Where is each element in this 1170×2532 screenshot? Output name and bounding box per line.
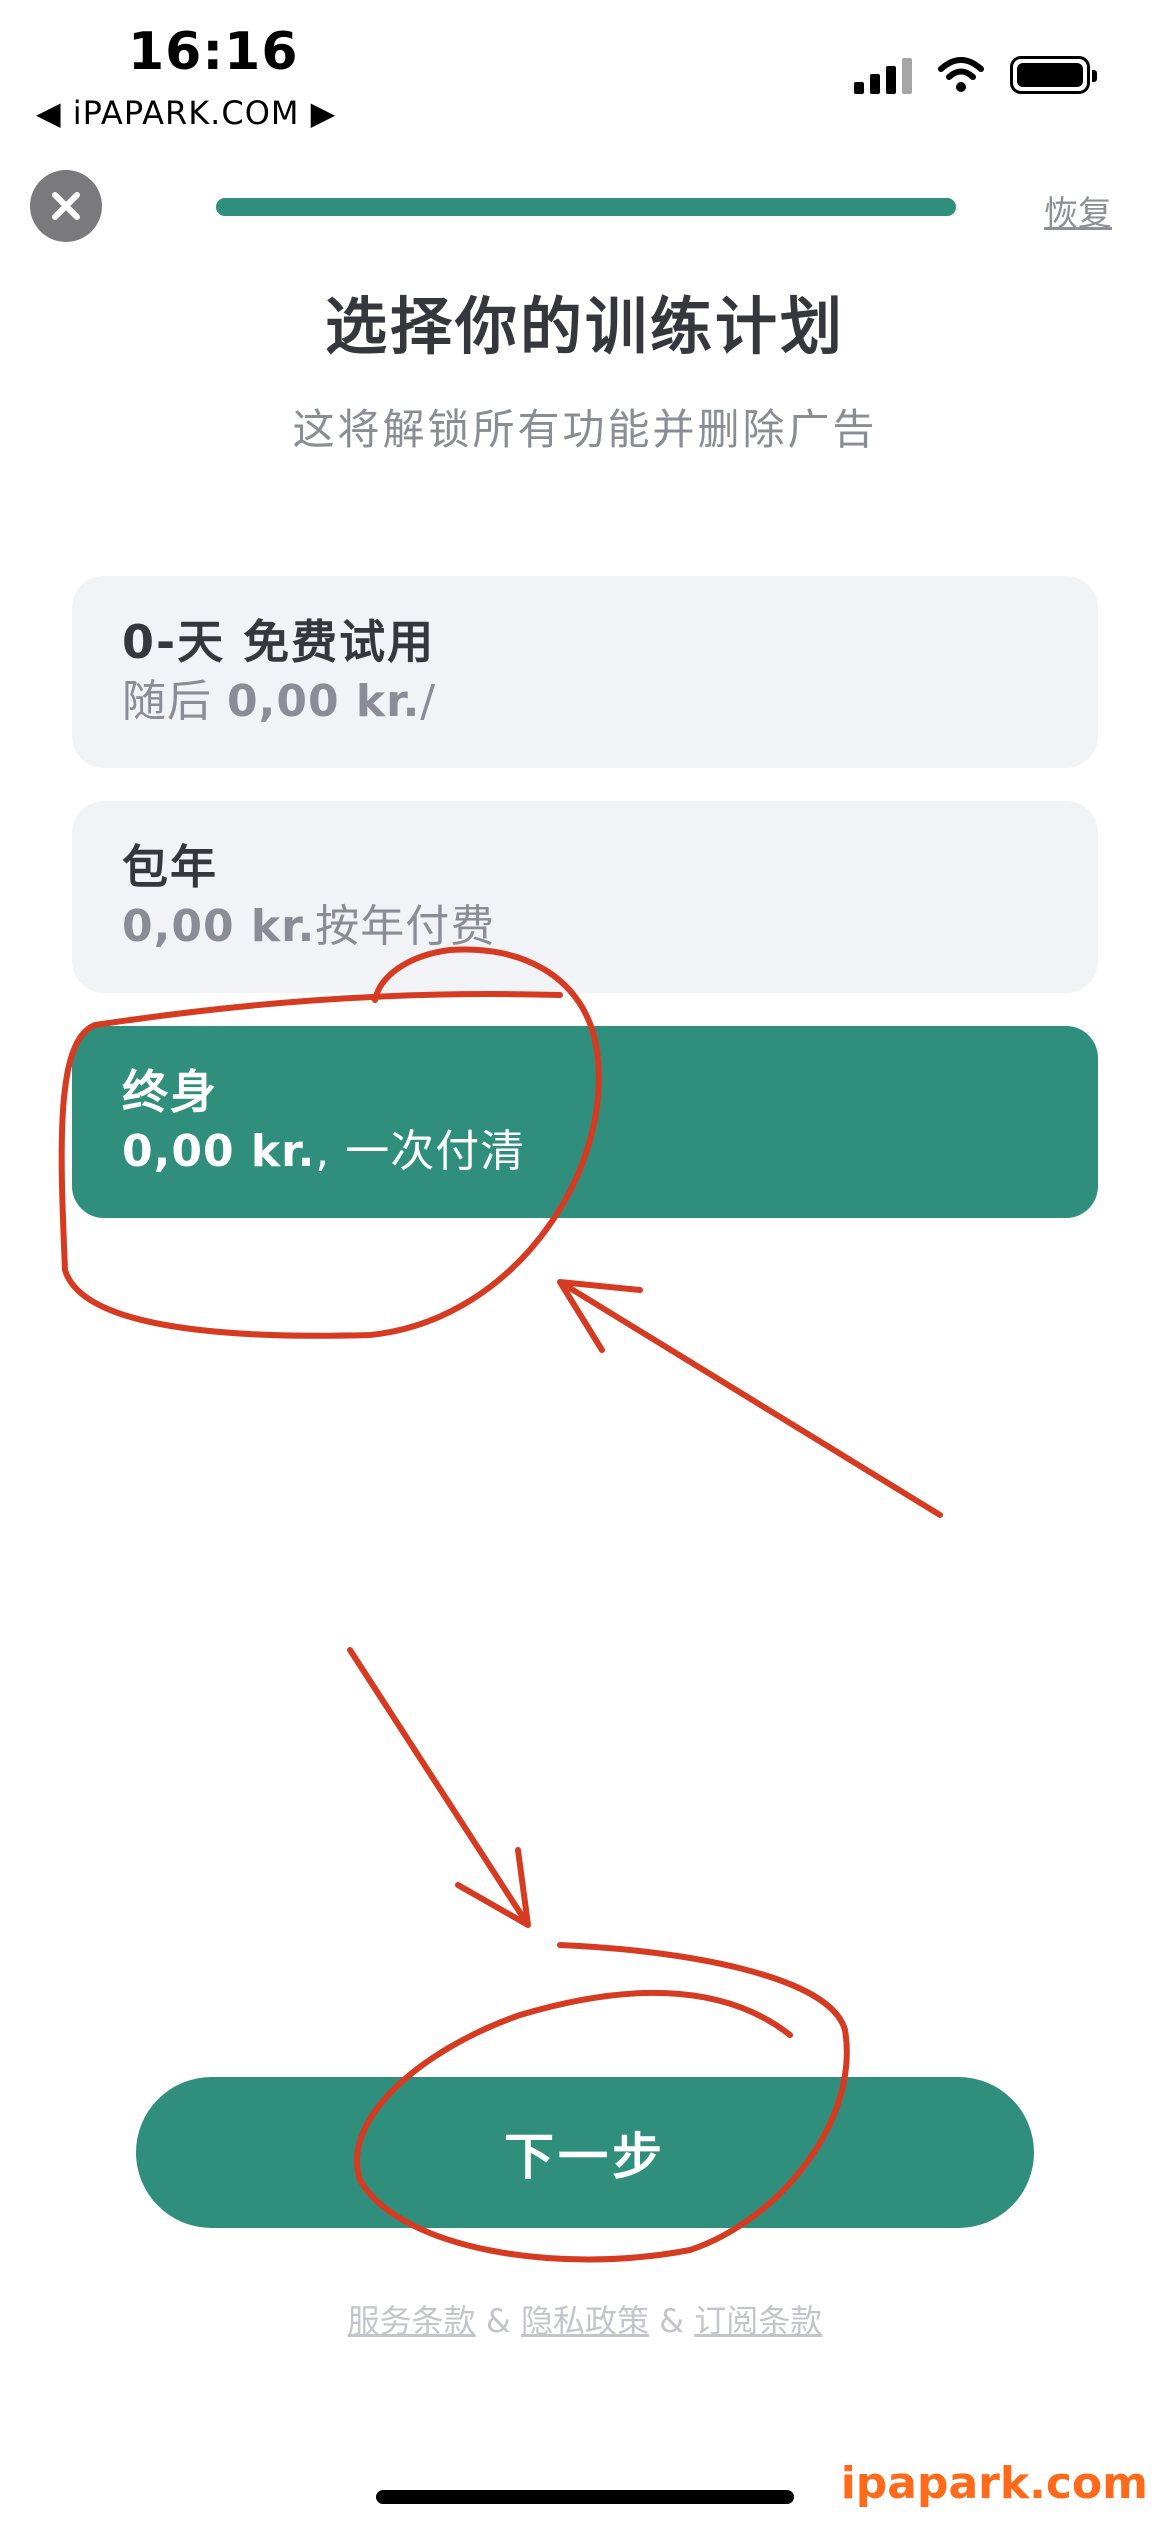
plan-price: 0,00 kr., 一次付清 (122, 1122, 1048, 1182)
close-button[interactable] (30, 170, 102, 242)
terms-of-service-link[interactable]: 服务条款 (348, 2302, 476, 2340)
plan-price-amount: 0,00 kr. (227, 676, 421, 727)
progress-fill (216, 198, 956, 216)
watermark: ipapark.com (840, 2458, 1148, 2509)
plan-price-suffix: 按年付费 (315, 901, 496, 952)
plan-option-yearly[interactable]: 包年 0,00 kr.按年付费 (72, 801, 1098, 993)
legal-separator: & (475, 2302, 521, 2340)
plan-price-amount: 0,00 kr. (122, 1126, 316, 1177)
page-subtitle: 这将解锁所有功能并删除广告 (292, 405, 878, 454)
cellular-signal-icon (854, 56, 912, 94)
status-time: 16:16 (128, 22, 299, 82)
plan-price-suffix: / (420, 676, 437, 727)
plan-price-amount: 0,00 kr. (122, 901, 316, 952)
legal-links: 服务条款 & 隐私政策 & 订阅条款 (0, 2296, 1170, 2342)
status-icons (854, 50, 1097, 100)
back-to-app-link[interactable]: ◀ iPAPARK.COM ▶ (36, 94, 336, 132)
legal-separator: & (649, 2302, 695, 2340)
plan-price: 随后 0,00 kr./ (122, 672, 1048, 732)
plan-name: 0-天 免费试用 (122, 615, 436, 669)
plan-name: 包年 (122, 840, 218, 894)
annotation-arrow-to-button (347, 1647, 531, 1928)
plan-price-suffix: , 一次付清 (315, 1126, 526, 1177)
privacy-policy-link[interactable]: 隐私政策 (521, 2302, 649, 2340)
plan-option-lifetime[interactable]: 终身 0,00 kr., 一次付清 (72, 1026, 1098, 1218)
wifi-icon (938, 57, 984, 92)
plan-price-prefix: 随后 (122, 676, 227, 727)
next-button[interactable]: 下一步 (136, 2077, 1034, 2228)
battery-icon (1010, 56, 1097, 94)
close-icon (52, 192, 80, 220)
page-title: 选择你的训练计划 (324, 290, 845, 363)
home-indicator (376, 2490, 794, 2504)
onboarding-progress-bar (216, 198, 956, 216)
restore-purchases-link[interactable]: 恢复 (1044, 186, 1112, 235)
annotation-arrow-to-plan (557, 1279, 943, 1518)
plan-option-free-trial[interactable]: 0-天 免费试用 随后 0,00 kr./ (72, 576, 1098, 768)
plan-name: 终身 (122, 1065, 218, 1119)
subscription-terms-link[interactable]: 订阅条款 (694, 2302, 822, 2340)
plan-price: 0,00 kr.按年付费 (122, 897, 1048, 957)
